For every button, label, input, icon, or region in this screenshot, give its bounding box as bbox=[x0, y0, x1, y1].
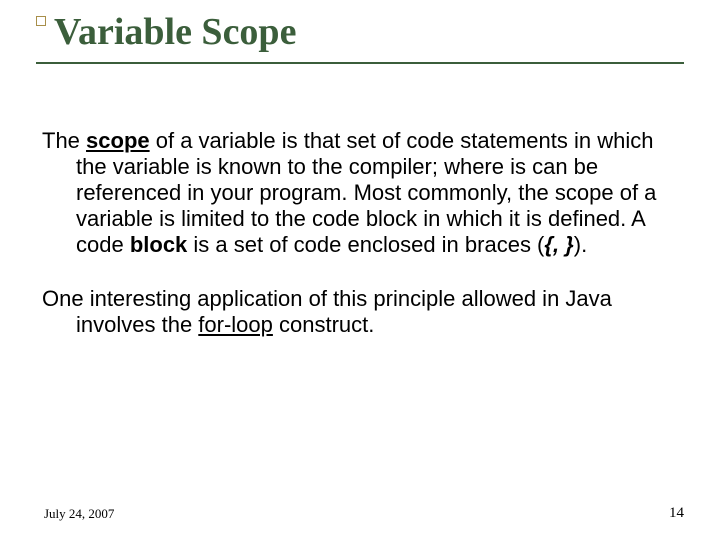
paragraph-2: One interesting application of this prin… bbox=[42, 286, 682, 338]
term-scope: scope bbox=[86, 128, 150, 153]
term-braces: {, } bbox=[544, 232, 573, 257]
term-for-loop: for-loop bbox=[198, 312, 273, 337]
footer-page-number: 14 bbox=[669, 505, 684, 522]
footer-date: July 24, 2007 bbox=[44, 506, 114, 522]
term-block: block bbox=[130, 232, 187, 257]
p1-text-a: The bbox=[42, 128, 86, 153]
title-area: Variable Scope bbox=[36, 12, 684, 64]
title-accent-square bbox=[36, 16, 46, 26]
body-text: The scope of a variable is that set of c… bbox=[42, 128, 682, 366]
slide-title: Variable Scope bbox=[54, 12, 684, 54]
slide: Variable Scope The scope of a variable i… bbox=[0, 0, 720, 540]
p1-text-d: ). bbox=[574, 232, 587, 257]
p2-text-b: construct. bbox=[273, 312, 374, 337]
p1-text-c: is a set of code enclosed in braces ( bbox=[187, 232, 544, 257]
paragraph-1: The scope of a variable is that set of c… bbox=[42, 128, 682, 258]
